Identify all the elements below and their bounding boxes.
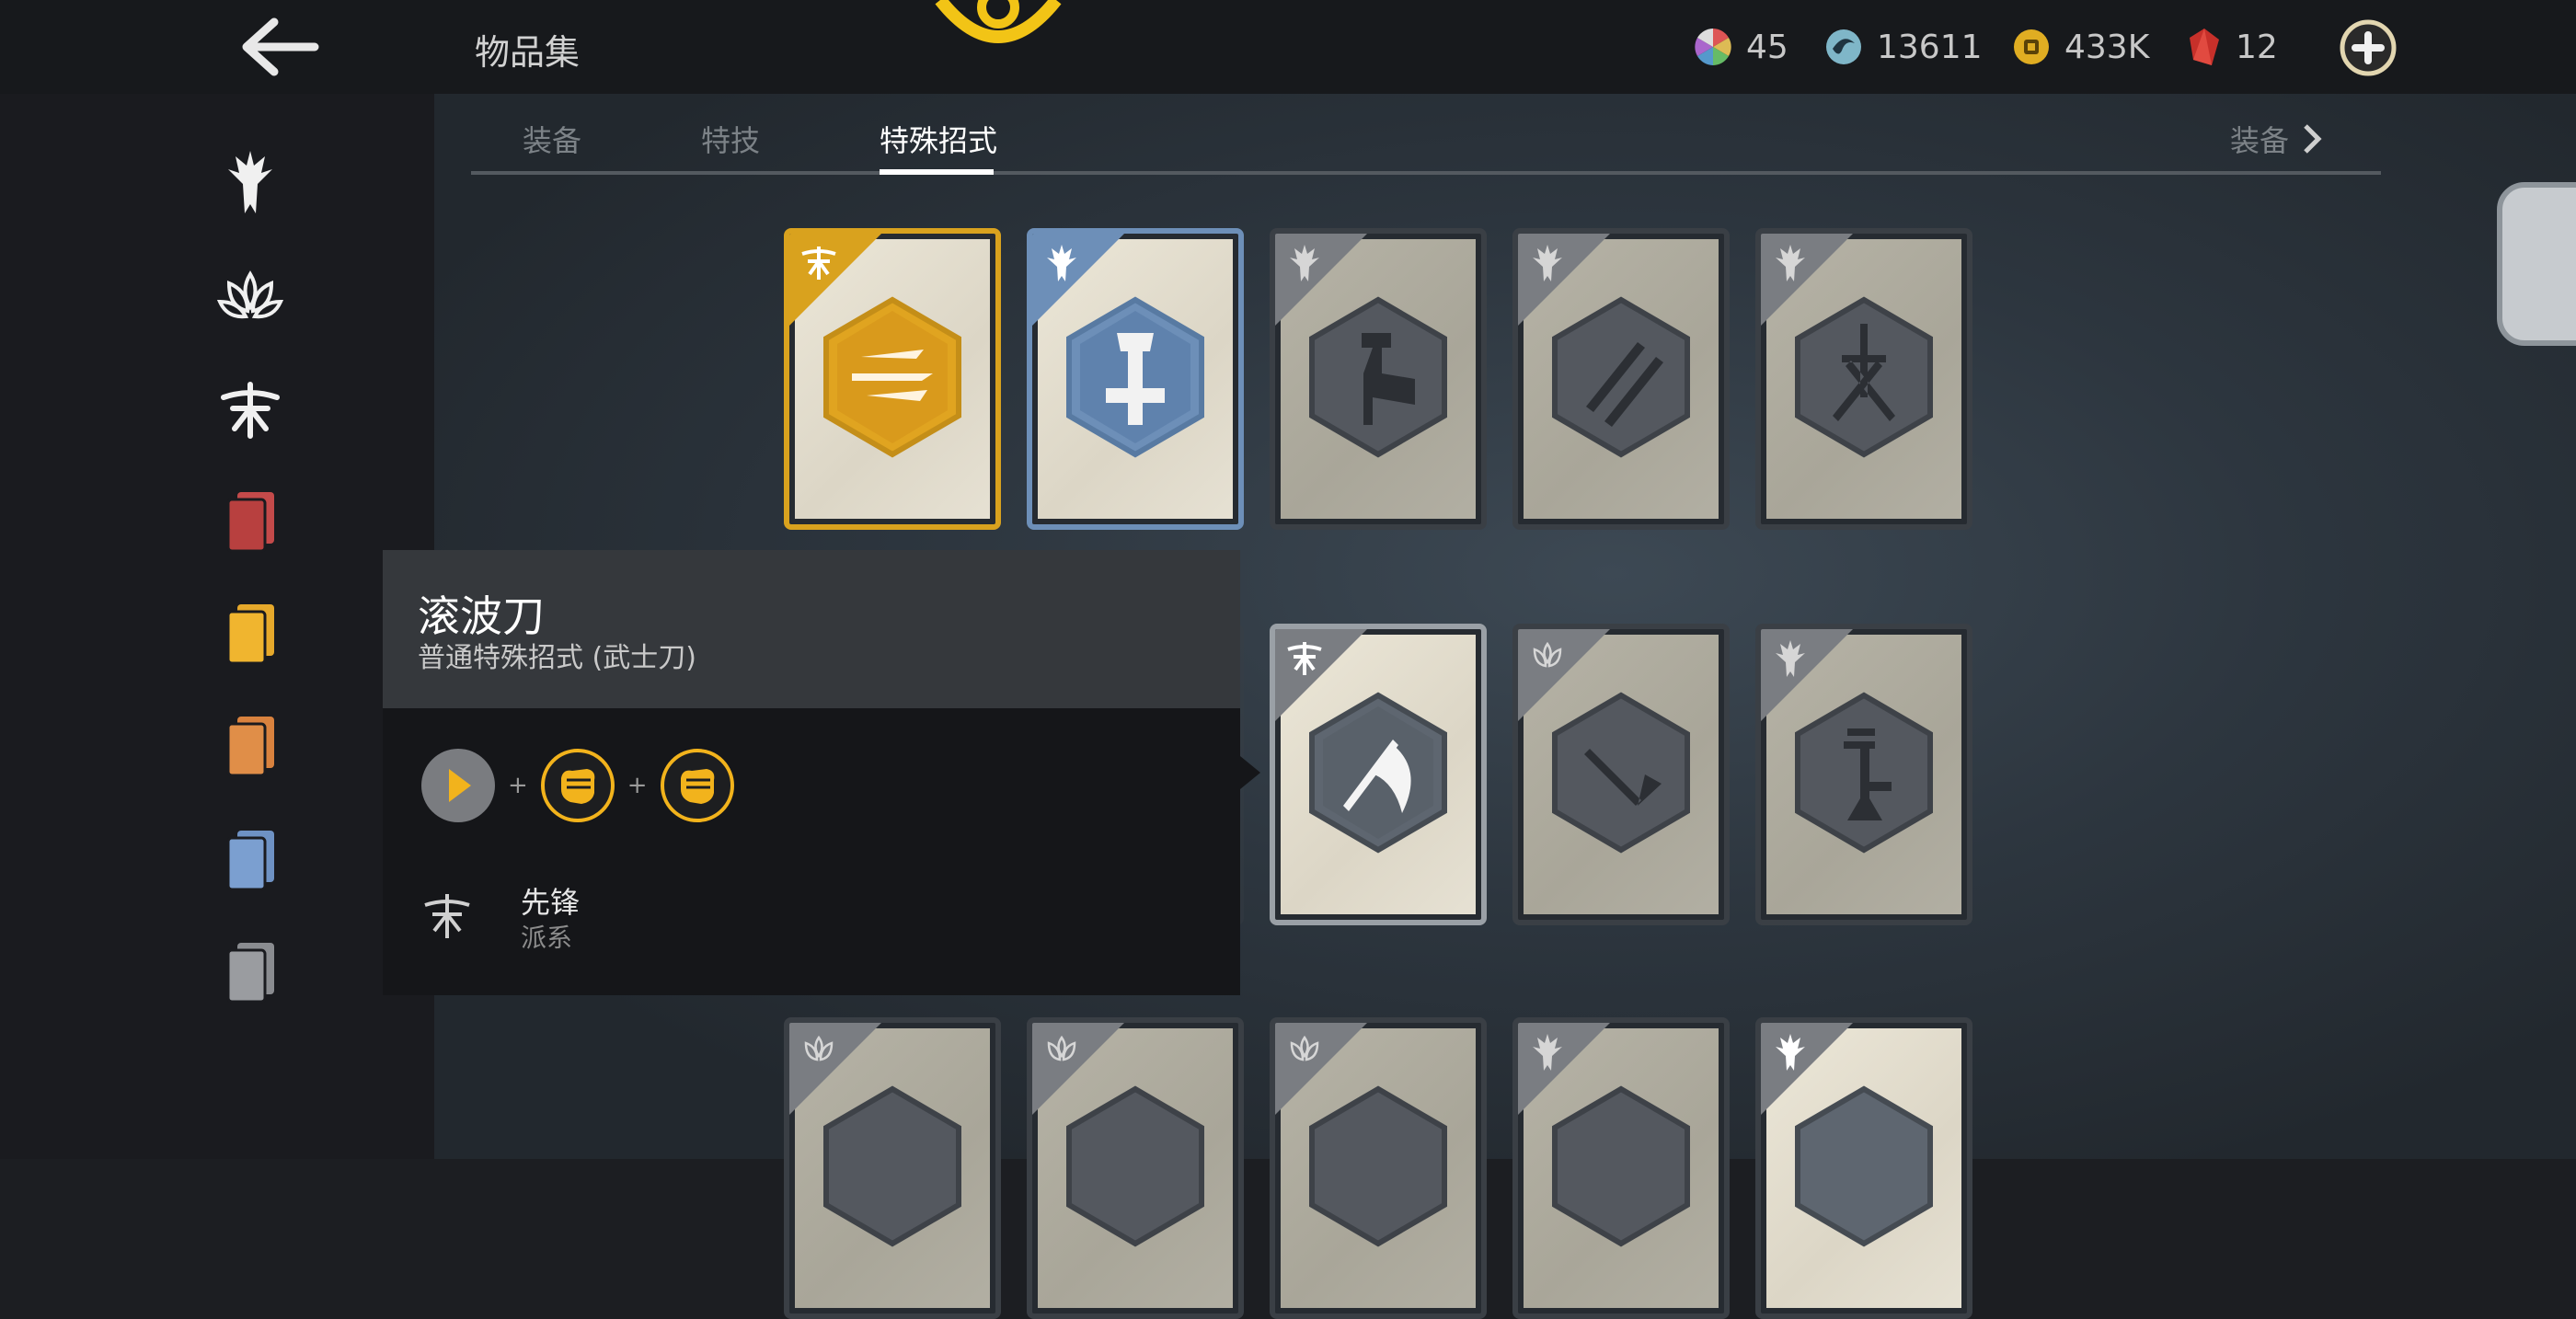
gold-cards-icon[interactable] — [213, 598, 287, 671]
sword-hilt-icon — [1066, 296, 1204, 458]
chevron-right-icon — [2304, 124, 2322, 154]
selected-move-card[interactable] — [1270, 624, 1487, 925]
move-card[interactable] — [784, 1017, 1001, 1319]
lotus-faction-icon — [1533, 641, 1562, 668]
move-type: 普通特殊招式 (武士刀) — [418, 642, 696, 674]
vanguard-faction-icon — [1287, 642, 1322, 675]
faction-label: 派系 — [521, 923, 573, 953]
move-tooltip: 滚波刀 普通特殊招式 (武士刀) + + 先锋 派系 — [383, 550, 1240, 995]
tooltip-body: + + 先锋 派系 — [383, 708, 1240, 995]
knight-faction-icon — [1776, 1034, 1805, 1071]
move-icon — [1309, 1085, 1447, 1247]
gold-coin-icon — [2014, 29, 2049, 64]
back-arrow-icon[interactable] — [237, 15, 320, 79]
knight-faction-icon — [1533, 245, 1562, 281]
move-card[interactable] — [1027, 228, 1244, 530]
axe-icon — [1309, 692, 1447, 854]
arrow-button-icon — [421, 749, 495, 822]
move-icon — [1066, 1085, 1204, 1247]
knight-faction-icon — [1533, 1034, 1562, 1071]
move-card[interactable] — [1270, 228, 1487, 530]
tooltip-pointer — [1240, 756, 1260, 789]
knight-faction-icon — [1776, 245, 1805, 281]
gauntlet-icon — [1795, 692, 1933, 854]
tab-gear[interactable]: 装备 — [523, 118, 581, 160]
dagger-strike-icon — [1552, 692, 1690, 854]
crossed-swords-icon — [1795, 296, 1933, 458]
tooltip-header: 滚波刀 普通特殊招式 (武士刀) — [383, 550, 1240, 708]
currency-value: 12 — [2236, 28, 2278, 66]
lotus-faction-icon[interactable] — [213, 261, 287, 335]
katana-slash-icon — [823, 296, 961, 458]
currency-gold: 433K — [2011, 22, 2149, 72]
fist-icon — [660, 749, 734, 822]
currency-steel: 13611 — [1823, 22, 1983, 72]
red-cards-icon[interactable] — [213, 486, 287, 559]
currency-value: 433K — [2064, 28, 2150, 66]
red-shard-icon — [2190, 29, 2219, 65]
top-emblem-icon — [929, 0, 1067, 64]
move-card[interactable] — [1755, 624, 1972, 925]
tab-feats[interactable]: 特技 — [701, 118, 760, 160]
hammer-icon — [1309, 296, 1447, 458]
move-card[interactable] — [784, 228, 1001, 530]
knight-faction-icon[interactable] — [213, 145, 287, 219]
knight-faction-icon — [1776, 640, 1805, 677]
fist-icon — [540, 749, 615, 822]
faction-row: 先锋 派系 — [420, 879, 696, 962]
combo-plus: + — [627, 772, 648, 799]
input-combo: + + — [420, 747, 736, 824]
currency-shard: 12 — [2186, 22, 2278, 72]
vanguard-faction-icon[interactable] — [213, 373, 287, 447]
move-card[interactable] — [1512, 624, 1730, 925]
move-card[interactable] — [1755, 1017, 1972, 1319]
lotus-faction-icon — [804, 1035, 834, 1061]
tab-special-moves[interactable]: 特殊招式 — [880, 118, 997, 160]
currency-value: 13611 — [1877, 28, 1983, 66]
next-tab-label: 装备 — [2230, 123, 2290, 158]
currency-colorwheel: 45 — [1693, 22, 1788, 72]
knight-faction-icon — [1290, 245, 1319, 281]
lotus-faction-icon — [1290, 1035, 1319, 1061]
tab-divider — [471, 171, 2381, 175]
blue-cards-icon[interactable] — [213, 824, 287, 898]
color-wheel-icon — [1695, 29, 1731, 65]
vanguard-faction-icon — [424, 894, 470, 938]
move-card[interactable] — [1027, 1017, 1244, 1319]
lotus-faction-icon — [1047, 1035, 1076, 1061]
move-card[interactable] — [1755, 228, 1972, 530]
vanguard-faction-icon — [801, 247, 836, 280]
faction-name: 先锋 — [521, 885, 581, 920]
move-card[interactable] — [1512, 1017, 1730, 1319]
currency-value: 45 — [1746, 28, 1788, 66]
dual-swords-icon — [1552, 296, 1690, 458]
active-tab-indicator — [880, 169, 994, 175]
knight-faction-icon — [1047, 245, 1076, 281]
grey-cards-icon[interactable] — [213, 936, 287, 1010]
side-toggle-button[interactable] — [2497, 182, 2576, 346]
combo-plus: + — [508, 772, 528, 799]
next-tab-button[interactable]: 装备 — [2230, 118, 2326, 160]
move-icon — [1552, 1085, 1690, 1247]
move-icon — [1795, 1085, 1933, 1247]
move-icon — [823, 1085, 961, 1247]
orange-cards-icon[interactable] — [213, 710, 287, 784]
steel-swirl-icon — [1826, 29, 1861, 64]
plus-circle-icon[interactable] — [2339, 18, 2398, 77]
move-card[interactable] — [1512, 228, 1730, 530]
page-title: 物品集 — [475, 32, 581, 73]
move-card[interactable] — [1270, 1017, 1487, 1319]
